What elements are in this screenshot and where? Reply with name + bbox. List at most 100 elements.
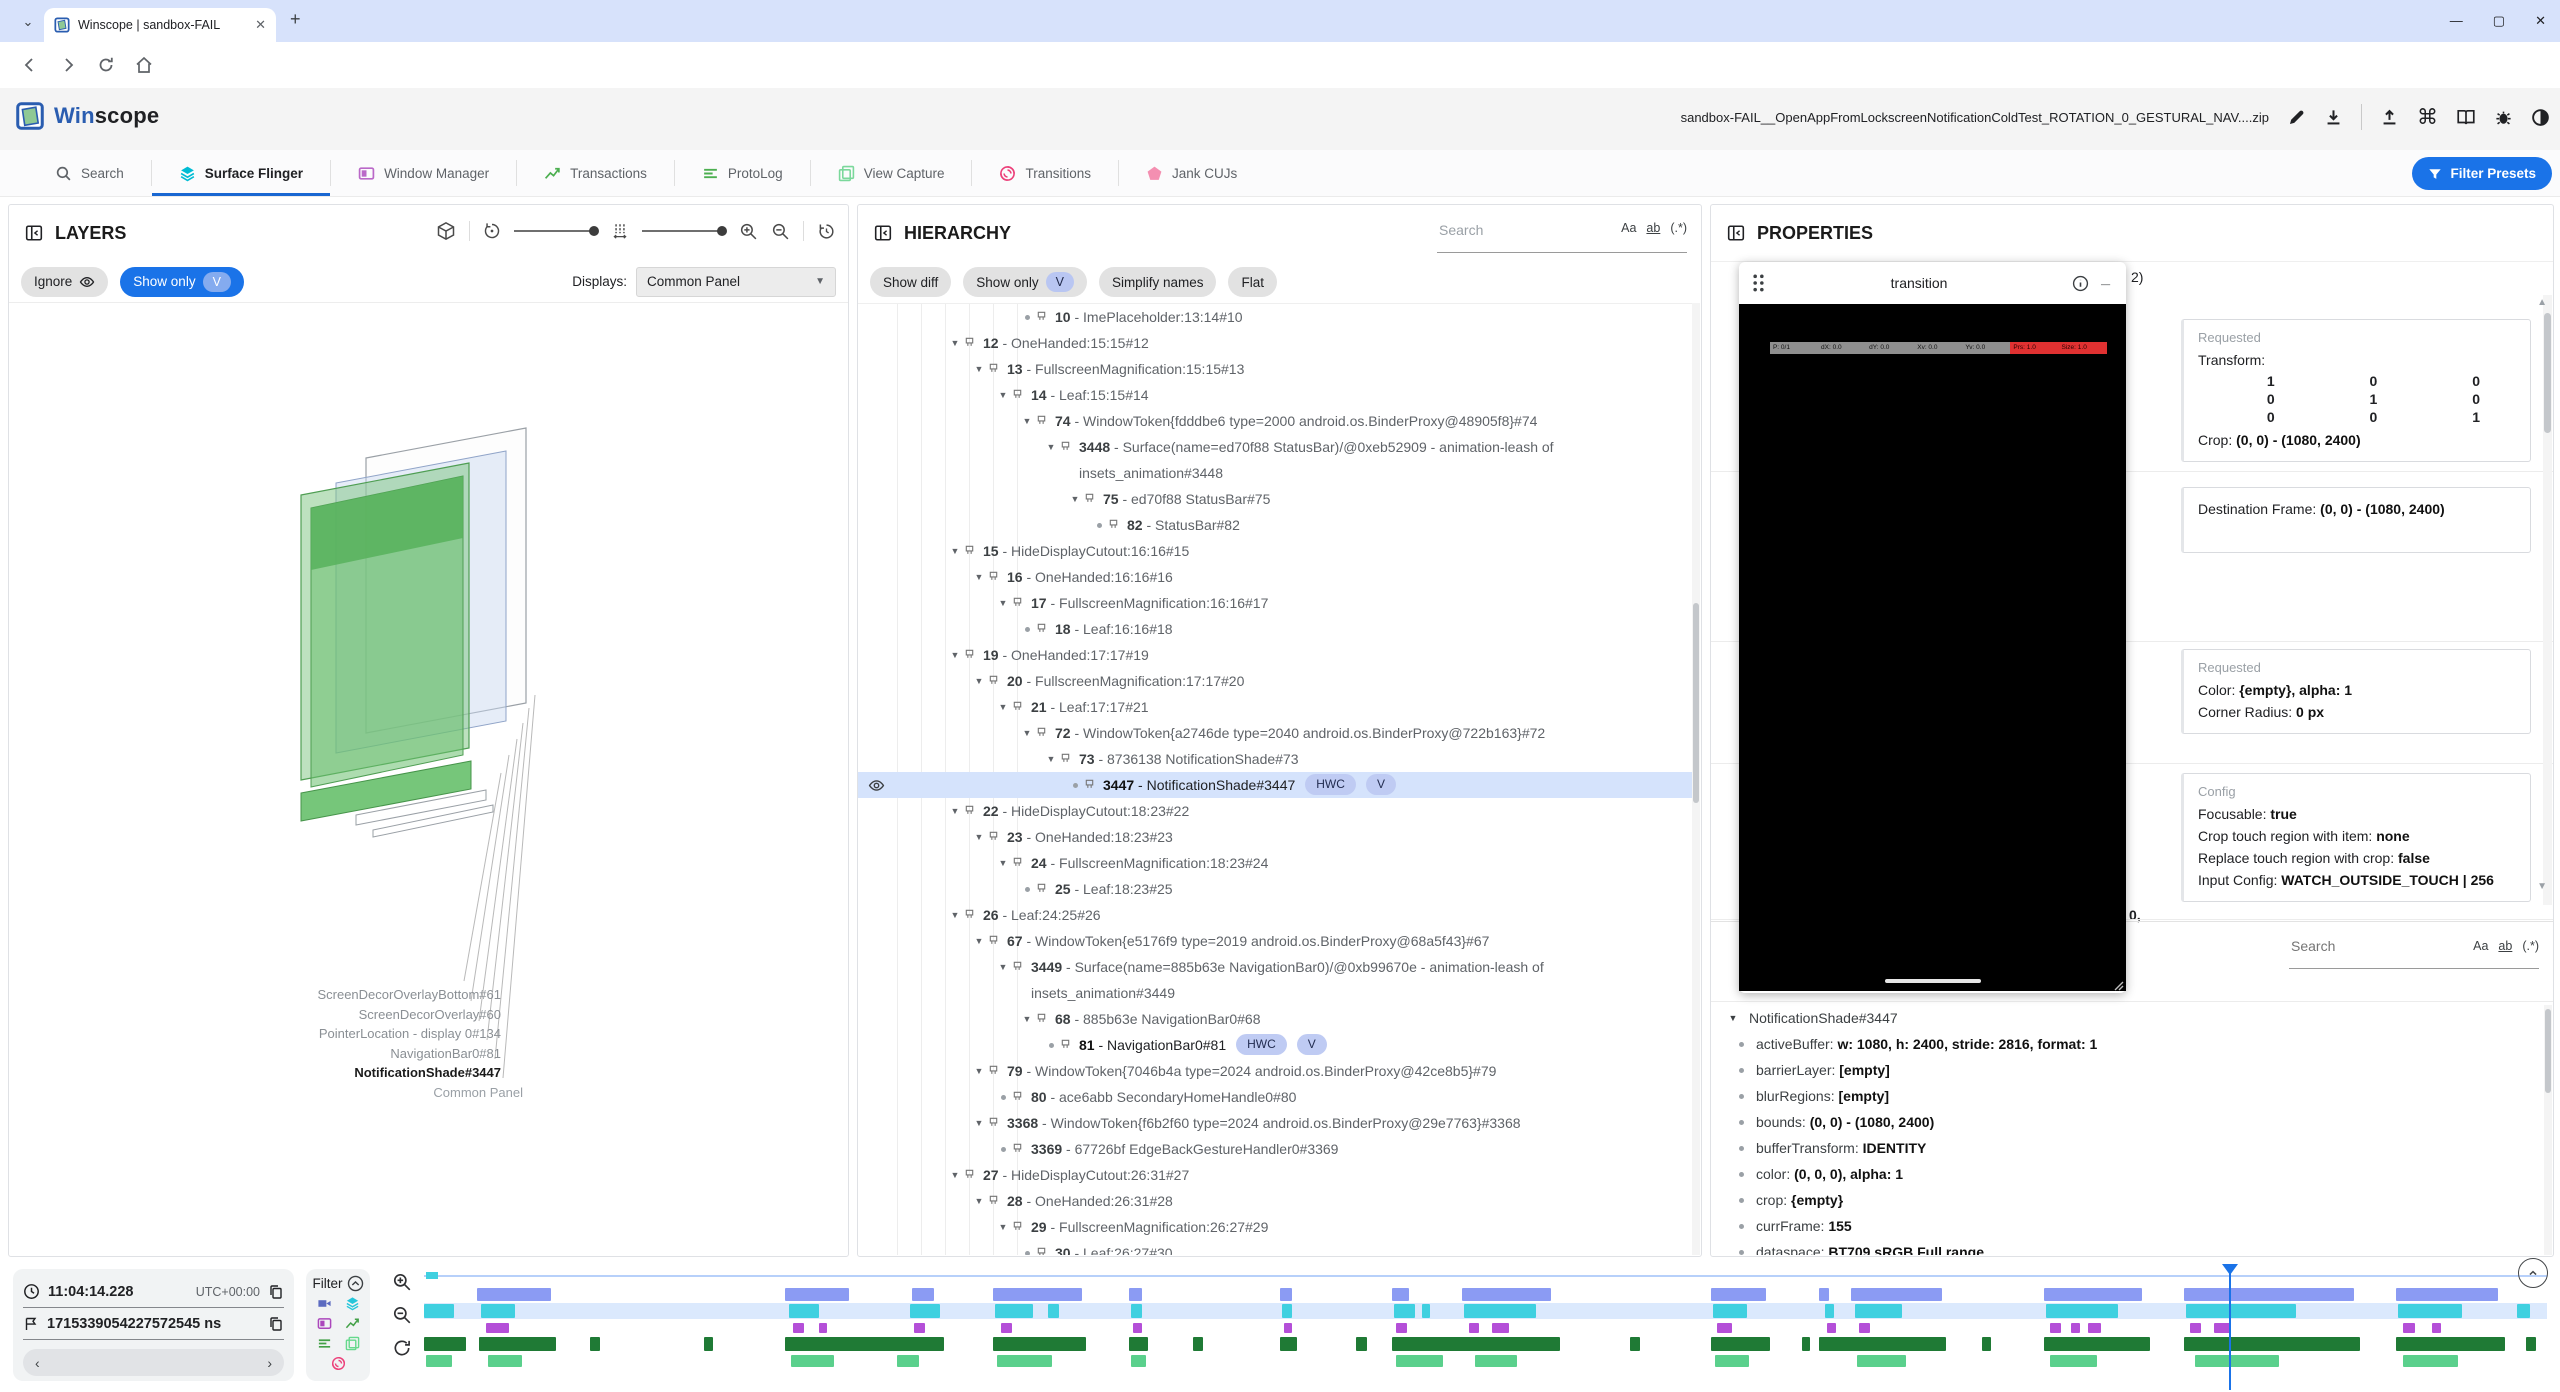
trace-segment[interactable]: [1356, 1337, 1367, 1351]
ns-timestamp[interactable]: 1715339054227572545 ns: [47, 1316, 221, 1332]
tree-node[interactable]: ▼74 - WindowToken{fdddbe6 type=2000 andr…: [858, 408, 1692, 434]
human-time[interactable]: 11:04:14.228: [48, 1284, 133, 1300]
expand-arrow[interactable]: ▼: [1066, 486, 1084, 512]
trace-segment[interactable]: [2526, 1337, 2537, 1351]
displays-select[interactable]: Common Panel ▼: [636, 267, 836, 297]
timeline-zoom-in-icon[interactable]: [392, 1272, 412, 1292]
cube-3d-icon[interactable]: [436, 221, 456, 241]
trace-segment[interactable]: [1492, 1323, 1509, 1333]
properties-search-input[interactable]: [2289, 937, 2463, 955]
trace-segment[interactable]: [1392, 1288, 1409, 1301]
expand-arrow[interactable]: ▼: [946, 642, 964, 668]
trace-segment[interactable]: [997, 1355, 1052, 1367]
trace-segment[interactable]: [2050, 1355, 2097, 1367]
trace-segment[interactable]: [1475, 1355, 1517, 1367]
trace-segment[interactable]: [2184, 1288, 2354, 1301]
tab-window-manager[interactable]: Window Manager: [331, 150, 516, 196]
show-diff-toggle[interactable]: Show diff: [870, 267, 951, 297]
tree-node[interactable]: ▼73 - 8736138 NotificationShade#73: [858, 746, 1692, 772]
flat-toggle[interactable]: Flat: [1228, 267, 1277, 297]
tab-search[interactable]: Search: [28, 150, 151, 196]
property-item[interactable]: barrierLayer: [empty]: [1725, 1057, 2543, 1083]
tree-node[interactable]: ▼20 - FullscreenMagnification:17:17#20: [858, 668, 1692, 694]
tree-node[interactable]: ▼17 - FullscreenMagnification:16:16#17: [858, 590, 1692, 616]
expand-arrow[interactable]: ▼: [946, 538, 964, 564]
collapse-filter-icon[interactable]: [347, 1275, 364, 1292]
expand-arrow[interactable]: ▼: [970, 1110, 988, 1136]
hierarchy-scrollbar[interactable]: [1692, 303, 1700, 1255]
expand-arrow[interactable]: ▼: [994, 1214, 1012, 1240]
expand-arrow[interactable]: ▼: [994, 694, 1012, 720]
filter-transactions-icon[interactable]: [345, 1316, 360, 1331]
filter-protolog-icon[interactable]: [317, 1336, 332, 1351]
reset-view-icon[interactable]: [817, 222, 836, 241]
tab-close-icon[interactable]: ✕: [255, 17, 266, 33]
property-item[interactable]: bufferTransform: IDENTITY: [1725, 1135, 2543, 1161]
expand-arrow[interactable]: ▼: [970, 1188, 988, 1214]
trace-segment[interactable]: [910, 1304, 940, 1318]
trace-segment[interactable]: [2432, 1323, 2440, 1333]
trace-segment[interactable]: [2403, 1355, 2458, 1367]
trace-segment[interactable]: [1827, 1323, 1835, 1333]
tree-node[interactable]: 18 - Leaf:16:16#18: [858, 616, 1692, 642]
filter-view-capture-icon[interactable]: [345, 1336, 360, 1351]
expand-arrow[interactable]: ▼: [994, 954, 1012, 980]
property-item[interactable]: activeBuffer: w: 1080, h: 2400, stride: …: [1725, 1031, 2543, 1057]
trace-segment[interactable]: [819, 1323, 827, 1333]
expand-arrow[interactable]: ▼: [970, 928, 988, 954]
trace-segment[interactable]: [2044, 1337, 2150, 1351]
trace-segment[interactable]: [1001, 1323, 1012, 1333]
tree-node[interactable]: ▼24 - FullscreenMagnification:18:23#24: [858, 850, 1692, 876]
trace-segment[interactable]: [479, 1337, 555, 1351]
curr-state-root[interactable]: ▼NotificationShade#3447: [1725, 1005, 2543, 1031]
trace-segment[interactable]: [1802, 1337, 1810, 1351]
timeline-reset-zoom-icon[interactable]: [392, 1338, 412, 1358]
next-frame-button[interactable]: ›: [267, 1355, 272, 1371]
trace-segment[interactable]: [1711, 1337, 1770, 1351]
expand-arrow[interactable]: ▼: [994, 382, 1012, 408]
timeline-zoom-out-icon[interactable]: [392, 1305, 412, 1325]
filter-screen-recording-icon[interactable]: [317, 1296, 332, 1311]
zoom-in-icon[interactable]: [739, 222, 758, 241]
browser-tab[interactable]: Winscope | sandbox-FAIL ✕: [44, 8, 276, 42]
trace-segment[interactable]: [1715, 1355, 1749, 1367]
layer-label[interactable]: NavigationBar0#81: [9, 1044, 501, 1064]
simplify-names-toggle[interactable]: Simplify names: [1099, 267, 1217, 297]
tree-node[interactable]: 82 - StatusBar#82: [858, 512, 1692, 538]
trace-segment[interactable]: [789, 1304, 819, 1318]
trace-segment[interactable]: [1857, 1355, 1906, 1367]
property-item[interactable]: currFrame: 155: [1725, 1213, 2543, 1239]
tree-node[interactable]: ▼68 - 885b63e NavigationBar0#68: [858, 1006, 1692, 1032]
tab-jank-cujs[interactable]: Jank CUJs: [1119, 150, 1264, 196]
trace-segment[interactable]: [1282, 1304, 1293, 1318]
filter-surface-flinger-icon[interactable]: [345, 1296, 360, 1311]
expand-timeline-button[interactable]: [2518, 1258, 2548, 1288]
properties-scrollbar[interactable]: [2543, 295, 2552, 905]
tab-protolog[interactable]: ProtoLog: [675, 150, 810, 196]
trace-segment[interactable]: [2050, 1323, 2061, 1333]
report-bug-icon[interactable]: [2494, 108, 2513, 127]
trace-segment[interactable]: [590, 1337, 601, 1351]
expand-arrow[interactable]: ▼: [1018, 1006, 1036, 1032]
expand-arrow[interactable]: ▼: [1018, 720, 1036, 746]
trace-segment[interactable]: [2190, 1323, 2201, 1333]
trace-segment[interactable]: [1855, 1304, 1902, 1318]
collapse-panel-icon[interactable]: [874, 224, 892, 242]
minimize-window-icon[interactable]: _: [2097, 270, 2114, 296]
resize-handle[interactable]: [2112, 979, 2124, 991]
expand-arrow[interactable]: ▼: [946, 330, 964, 356]
tree-node[interactable]: 3369 - 67726bf EdgeBackGestureHandler0#3…: [858, 1136, 1692, 1162]
trace-segment[interactable]: [1982, 1337, 1990, 1351]
new-tab-button[interactable]: +: [290, 9, 301, 30]
trace-segment[interactable]: [2517, 1304, 2530, 1318]
trace-segment[interactable]: [785, 1337, 944, 1351]
expand-arrow[interactable]: ▼: [1725, 1005, 1741, 1031]
shortcuts-icon[interactable]: ⌘: [2417, 105, 2438, 130]
tab-view-capture[interactable]: View Capture: [811, 150, 972, 196]
expand-arrow[interactable]: ▼: [994, 850, 1012, 876]
tree-node[interactable]: 81 - NavigationBar0#81HWCV: [858, 1032, 1692, 1058]
trace-segment[interactable]: [704, 1337, 712, 1351]
trace-segment[interactable]: [424, 1304, 454, 1318]
layer-label[interactable]: PointerLocation - display 0#134: [9, 1024, 501, 1044]
reload-icon[interactable]: [96, 55, 116, 75]
